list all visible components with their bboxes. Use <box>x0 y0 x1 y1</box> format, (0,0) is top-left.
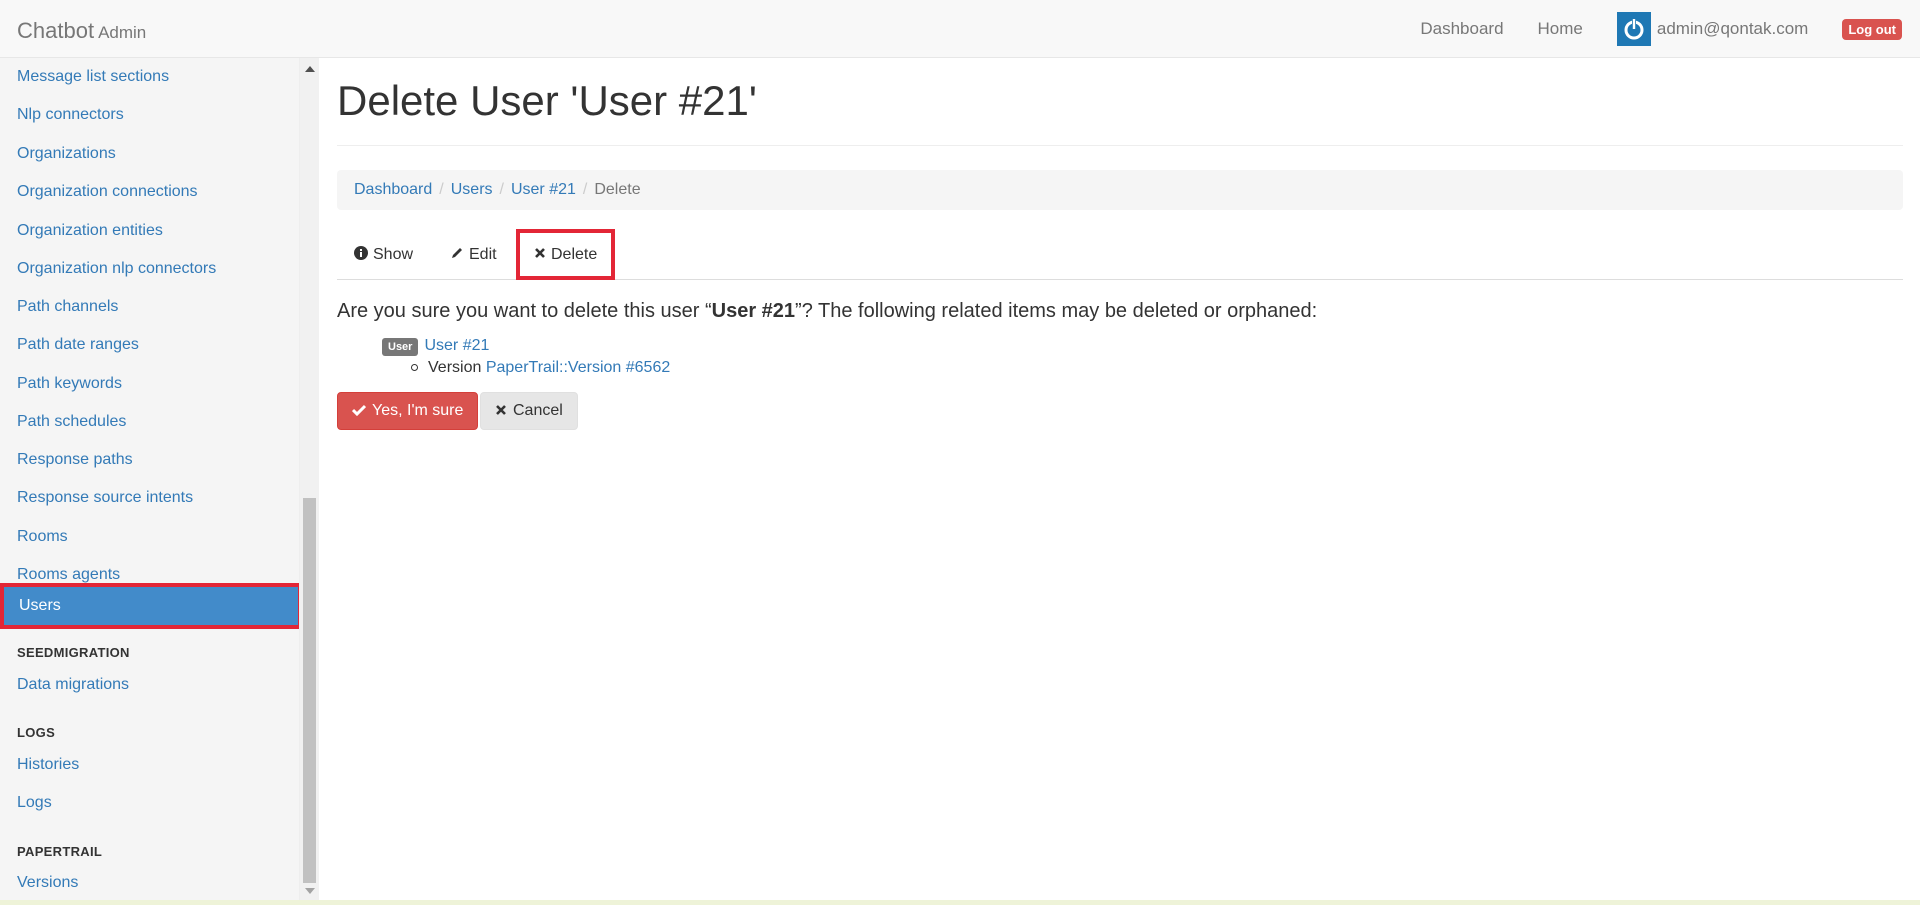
related-item-user: User User #21 <box>382 337 489 356</box>
version-link[interactable]: PaperTrail::Version #6562 <box>486 359 670 376</box>
breadcrumb-separator: / <box>499 181 504 198</box>
pencil-icon <box>450 246 464 263</box>
tab-delete-label: Delete <box>551 245 598 263</box>
sidebar-item-path-schedules[interactable]: Path schedules <box>0 403 299 441</box>
tab-show[interactable]: Show <box>354 229 413 280</box>
tab-edit[interactable]: Edit <box>450 229 497 280</box>
user-email[interactable]: admin@qontak.com <box>1657 19 1808 39</box>
sidebar-item-data-migrations[interactable]: Data migrations <box>0 666 299 704</box>
nav-home-link[interactable]: Home <box>1538 19 1583 39</box>
related-item-version: Version PaperTrail::Version #6562 <box>411 359 670 377</box>
scroll-up-arrow-icon[interactable] <box>305 66 315 72</box>
check-icon <box>351 403 367 419</box>
bullet-icon <box>411 364 418 372</box>
sidebar-item-organizations[interactable]: Organizations <box>0 135 299 173</box>
sidebar-section-header-papertrail: PAPERTRAIL <box>17 844 103 859</box>
sidebar-item-response-paths[interactable]: Response paths <box>0 441 299 479</box>
user-label-badge: User <box>382 338 419 356</box>
tab-edit-label: Edit <box>469 245 497 263</box>
sidebar-item-organization-connections[interactable]: Organization connections <box>0 173 299 211</box>
brand-name[interactable]: Chatbot <box>17 18 94 43</box>
confirm-delete-label: Yes, I'm sure <box>372 402 464 419</box>
breadcrumb-user[interactable]: User #21 <box>511 181 576 199</box>
brand-sub[interactable]: Admin <box>98 23 146 42</box>
sidebar-item-versions[interactable]: Versions <box>0 864 299 902</box>
bottom-strip <box>0 900 1920 905</box>
breadcrumb-separator: / <box>582 181 588 198</box>
confirm-message: Are you sure you want to delete this use… <box>337 300 1317 323</box>
nav-right: Dashboard Home admin@qontak.com Log out <box>1420 0 1920 58</box>
breadcrumb-users[interactable]: Users <box>451 181 493 199</box>
title-divider <box>337 145 1903 146</box>
sidebar-item-message-list-sections[interactable]: Message list sections <box>0 58 299 96</box>
scroll-down-arrow-icon[interactable] <box>305 888 315 894</box>
confirm-prefix: Are you sure you want to delete this use… <box>337 300 712 322</box>
brand[interactable]: Chatbot Admin <box>17 18 146 44</box>
breadcrumb-current: Delete <box>594 181 641 198</box>
scroll-thumb[interactable] <box>303 498 316 883</box>
cancel-label: Cancel <box>513 402 563 419</box>
breadcrumb: Dashboard / Users / User #21 / Delete <box>337 170 1903 210</box>
confirm-delete-button[interactable]: Yes, I'm sure <box>337 392 479 430</box>
breadcrumb-separator: / <box>439 181 444 198</box>
sidebar-item-rooms[interactable]: Rooms <box>0 518 299 556</box>
sidebar-item-users[interactable]: Users <box>0 583 299 629</box>
sidebar-item-response-source-intents[interactable]: Response source intents <box>0 479 299 517</box>
sidebar-item-logs[interactable]: Logs <box>0 784 299 822</box>
logout-button[interactable]: Log out <box>1842 18 1902 40</box>
breadcrumb-dashboard[interactable]: Dashboard <box>354 181 432 199</box>
top-navbar: Chatbot Admin Dashboard Home admin@qontak… <box>0 0 1920 58</box>
sidebar-item-histories[interactable]: Histories <box>0 746 299 784</box>
sidebar: Message list sections Nlp connectors Org… <box>0 58 300 905</box>
version-prefix: Version <box>428 359 482 376</box>
power-icon <box>1616 12 1651 46</box>
user-menu[interactable]: admin@qontak.com <box>1616 12 1808 46</box>
confirm-object: User #21 <box>711 300 796 322</box>
action-tabs: Show Edit Delete <box>337 229 1903 280</box>
sidebar-item-organization-nlp-connectors[interactable]: Organization nlp connectors <box>0 250 299 288</box>
info-icon <box>354 246 368 263</box>
sidebar-item-organization-entities[interactable]: Organization entities <box>0 212 299 250</box>
nav-dashboard-link[interactable]: Dashboard <box>1420 19 1503 39</box>
confirm-suffix: ”? The following related items may be de… <box>795 300 1318 322</box>
sidebar-item-path-keywords[interactable]: Path keywords <box>0 365 299 403</box>
cancel-button[interactable]: Cancel <box>480 392 578 430</box>
sidebar-section-header-seedmigration: SEEDMIGRATION <box>17 645 130 660</box>
sidebar-item-path-channels[interactable]: Path channels <box>0 288 299 326</box>
times-icon <box>534 247 546 262</box>
sidebar-item-path-date-ranges[interactable]: Path date ranges <box>0 326 299 364</box>
sidebar-scrollbar[interactable] <box>300 58 319 905</box>
page-title: Delete User 'User #21' <box>337 77 757 124</box>
sidebar-section-header-logs: LOGS <box>17 725 56 740</box>
times-icon <box>495 403 507 419</box>
tab-delete[interactable]: Delete <box>516 229 616 280</box>
related-user-link[interactable]: User #21 <box>424 337 489 354</box>
sidebar-item-nlp-connectors[interactable]: Nlp connectors <box>0 96 299 134</box>
tab-show-label: Show <box>373 245 414 263</box>
